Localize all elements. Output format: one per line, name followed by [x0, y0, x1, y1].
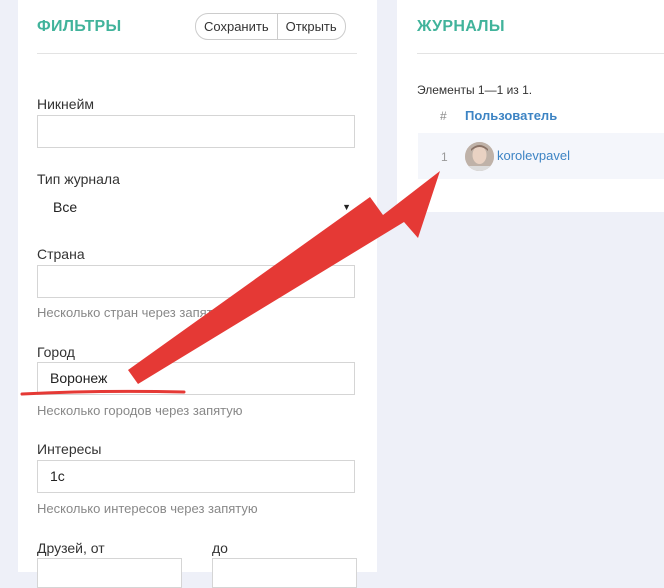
journal-type-label: Тип журнала [37, 171, 120, 187]
friends-to-input[interactable] [212, 558, 357, 588]
journal-type-select[interactable]: Все ▼ [37, 192, 357, 222]
avatar [465, 142, 494, 171]
city-help: Несколько городов через запятую [37, 403, 243, 418]
grid-summary: Элементы 1—1 из 1. [417, 83, 533, 97]
interests-label: Интересы [37, 441, 102, 457]
nickname-input[interactable] [37, 115, 355, 148]
save-button[interactable]: Сохранить [196, 14, 277, 39]
chevron-down-icon: ▼ [342, 202, 351, 212]
country-input[interactable] [37, 265, 355, 298]
filters-button-group: Сохранить Открыть [195, 13, 346, 40]
username-link[interactable]: korolevpavel [497, 148, 570, 163]
journals-title: ЖУРНАЛЫ [417, 18, 505, 35]
friends-to-label: до [212, 540, 228, 556]
city-input[interactable]: Воронеж [37, 362, 355, 395]
column-header-user[interactable]: Пользователь [465, 108, 557, 123]
row-number: 1 [441, 150, 448, 164]
friends-from-input[interactable] [37, 558, 182, 588]
filters-title: ФИЛЬТРЫ [37, 18, 122, 35]
journal-type-value: Все [53, 199, 78, 215]
column-header-number: # [440, 109, 447, 123]
journals-divider [417, 53, 664, 54]
country-help: Несколько стран через запятую [37, 305, 230, 320]
filters-divider [37, 53, 357, 54]
open-button[interactable]: Открыть [276, 14, 345, 39]
city-label: Город [37, 344, 75, 360]
country-label: Страна [37, 246, 85, 262]
interests-input[interactable]: 1с [37, 460, 355, 493]
interests-help: Несколько интересов через запятую [37, 501, 258, 516]
nickname-label: Никнейм [37, 96, 95, 112]
friends-from-label: Друзей, от [37, 540, 105, 556]
